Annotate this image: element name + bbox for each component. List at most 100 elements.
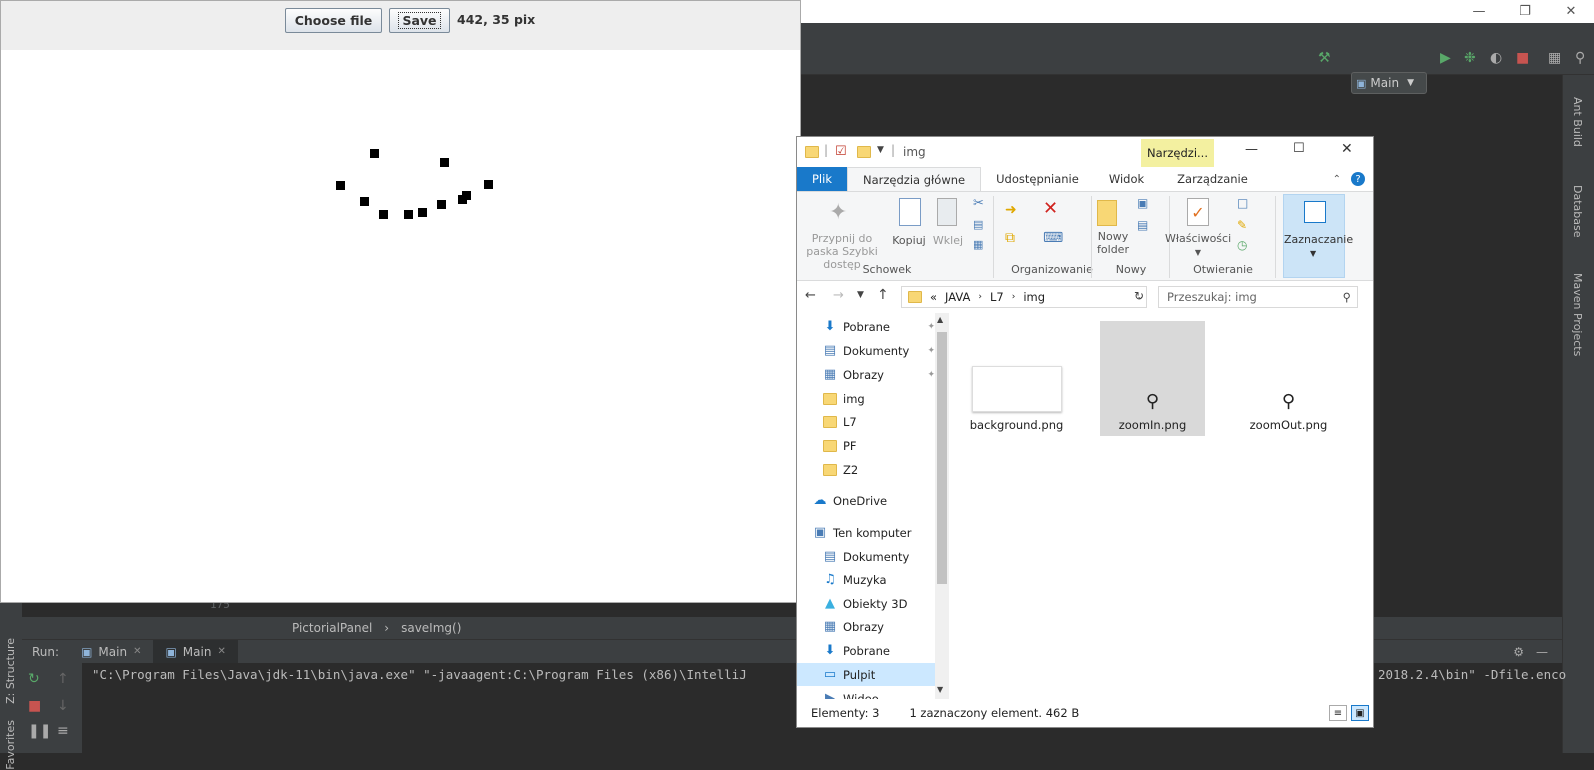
stop-icon[interactable]: ■	[1516, 50, 1529, 66]
nav-item[interactable]: img	[797, 387, 935, 410]
breadcrumb-method[interactable]: saveImg()	[401, 621, 461, 635]
nav-item[interactable]: ▦ Obrazy ✦	[797, 363, 935, 386]
breadcrumb-class[interactable]: PictorialPanel	[292, 621, 372, 635]
run-tools: ↻ ■ ❚❚ ↑ ↓ ≡	[22, 663, 82, 753]
tab-share[interactable]: Udostępnianie	[981, 167, 1094, 191]
nav-item[interactable]: ▭ Pulpit	[797, 663, 935, 686]
move-to-icon[interactable]: ➜	[1005, 202, 1017, 218]
nav-item[interactable]: ▤ Dokumenty	[797, 545, 935, 568]
address-segment-java[interactable]: JAVA	[945, 290, 970, 304]
address-bar[interactable]: « JAVA › L7 › img ⌄	[901, 286, 1147, 308]
refresh-icon[interactable]: ↻	[1134, 289, 1144, 303]
gear-icon[interactable]: ⚙	[1513, 645, 1536, 659]
close-icon[interactable]: ✕	[217, 646, 225, 657]
nav-item[interactable]: ▣ Ten komputer	[797, 521, 935, 544]
scroll-up-icon[interactable]: ▲	[937, 315, 943, 324]
paste-shortcut-icon[interactable]: ▦	[973, 238, 983, 251]
soft-wrap-icon[interactable]: ≡	[57, 723, 69, 739]
save-button[interactable]: Save	[389, 8, 450, 33]
restore-icon[interactable]: ❐	[1502, 0, 1548, 23]
nav-scrollbar-thumb[interactable]	[937, 332, 947, 584]
minimize-icon[interactable]: —	[1245, 142, 1258, 157]
run-icon[interactable]: ▶	[1440, 50, 1451, 66]
nav-item[interactable]: L7	[797, 410, 935, 433]
chevron-down-icon: ▼	[1194, 248, 1202, 257]
search-icon[interactable]: ⚲	[1575, 50, 1585, 66]
cut-icon[interactable]: ✂	[973, 196, 984, 211]
history-icon[interactable]: ◷	[1237, 238, 1247, 252]
nav-item[interactable]: ♫ Muzyka	[797, 568, 935, 591]
new-item-icon[interactable]: ▣	[1137, 196, 1148, 210]
nav-item[interactable]: PF	[797, 434, 935, 457]
build-icon[interactable]: ⚒	[1318, 50, 1331, 66]
scroll-down-icon[interactable]: ▼	[937, 685, 943, 694]
nav-item[interactable]: ▦ Obrazy	[797, 615, 935, 638]
file-item-zoomin[interactable]: ⚲ zoomIn.png	[1100, 321, 1205, 436]
copy-path-icon[interactable]: ▤	[973, 218, 983, 231]
maximize-icon[interactable]: ☐	[1293, 141, 1305, 156]
close-icon[interactable]: ✕	[1548, 0, 1594, 23]
rename-icon[interactable]: ⌨	[1043, 230, 1063, 246]
coverage-icon[interactable]: ◐	[1490, 50, 1502, 66]
close-icon[interactable]: ✕	[1341, 141, 1353, 157]
paste-button[interactable]: Wklej	[930, 234, 966, 247]
tab-home[interactable]: Narzędzia główne	[847, 167, 982, 191]
delete-icon[interactable]: ✕	[1043, 198, 1058, 219]
new-folder-button[interactable]: Nowy folder	[1093, 230, 1133, 256]
open-icon[interactable]: □	[1237, 196, 1248, 210]
project-structure-icon[interactable]: ▦	[1548, 50, 1561, 66]
run-tab-main-2[interactable]: ▣ Main ✕	[153, 639, 238, 664]
new-folder-quick-icon[interactable]	[857, 146, 871, 158]
select-button[interactable]: Zaznaczanie ▼	[1283, 194, 1353, 278]
run-config-select[interactable]: ▣ Main ▼	[1351, 72, 1427, 94]
side-tab-favorites[interactable]: Favorites	[4, 720, 17, 770]
properties-quick-icon[interactable]: ☑	[835, 144, 847, 159]
easy-access-icon[interactable]: ▤	[1137, 218, 1148, 232]
forward-icon[interactable]: →	[833, 288, 844, 303]
tab-file[interactable]: Plik	[797, 167, 847, 191]
side-tab-structure[interactable]: Z: Structure	[4, 638, 17, 704]
nav-item[interactable]: ☁ OneDrive	[797, 489, 935, 512]
nav-item[interactable]: ⬇ Pobrane ✦	[797, 315, 935, 338]
help-icon[interactable]: ?	[1351, 172, 1365, 186]
recent-locations-icon[interactable]: ▼	[857, 290, 864, 300]
choose-file-button[interactable]: Choose file	[285, 8, 382, 33]
up-arrow-icon[interactable]: ↑	[57, 671, 69, 687]
debug-icon[interactable]: ❉	[1464, 50, 1476, 66]
nav-item[interactable]: ⬇ Pobrane	[797, 639, 935, 662]
side-tab-database[interactable]: Database	[1571, 185, 1584, 238]
copy-button[interactable]: Kopiuj	[889, 234, 929, 247]
search-input[interactable]: Przeszukaj: img ⚲	[1158, 286, 1358, 308]
collapse-ribbon-icon[interactable]: ⌃	[1333, 174, 1341, 185]
side-tab-ant-build[interactable]: Ant Build	[1571, 97, 1584, 147]
hide-panel-icon[interactable]: —	[1536, 645, 1562, 659]
file-item-background[interactable]: background.png	[964, 321, 1069, 436]
address-segment-img[interactable]: img	[1023, 290, 1045, 304]
drawing-canvas[interactable]	[1, 50, 800, 602]
down-arrow-icon[interactable]: ↓	[57, 698, 69, 714]
up-icon[interactable]: ↑	[877, 287, 889, 303]
tab-manage[interactable]: Zarządzanie	[1159, 167, 1266, 191]
large-icons-view-icon[interactable]: ▣	[1351, 705, 1369, 721]
stop-icon[interactable]: ■	[28, 698, 41, 714]
pause-icon[interactable]: ❚❚	[28, 723, 51, 739]
close-icon[interactable]: ✕	[133, 646, 141, 657]
details-view-icon[interactable]: ≡	[1329, 705, 1347, 721]
side-tab-maven[interactable]: Maven Projects	[1571, 273, 1584, 356]
nav-item[interactable]: ▶ Wideo	[797, 687, 935, 699]
address-overflow[interactable]: «	[930, 290, 937, 304]
properties-button[interactable]: Właściwości ▼	[1165, 232, 1231, 258]
file-item-zoomout[interactable]: ⚲ zoomOut.png	[1236, 321, 1341, 436]
run-tab-main-1[interactable]: ▣ Main ✕	[69, 640, 153, 664]
nav-item[interactable]: ▲ Obiekty 3D	[797, 592, 935, 615]
minimize-icon[interactable]: —	[1456, 0, 1502, 23]
quick-access-dropdown-icon[interactable]: ▼	[877, 145, 884, 155]
address-segment-l7[interactable]: L7	[990, 290, 1004, 304]
copy-to-icon[interactable]: ⧉	[1005, 230, 1015, 246]
nav-item[interactable]: Z2	[797, 458, 935, 481]
edit-icon[interactable]: ✎	[1237, 218, 1247, 232]
tab-view[interactable]: Widok	[1094, 167, 1159, 191]
rerun-icon[interactable]: ↻	[28, 671, 40, 687]
back-icon[interactable]: ←	[805, 288, 816, 303]
nav-item[interactable]: ▤ Dokumenty ✦	[797, 339, 935, 362]
